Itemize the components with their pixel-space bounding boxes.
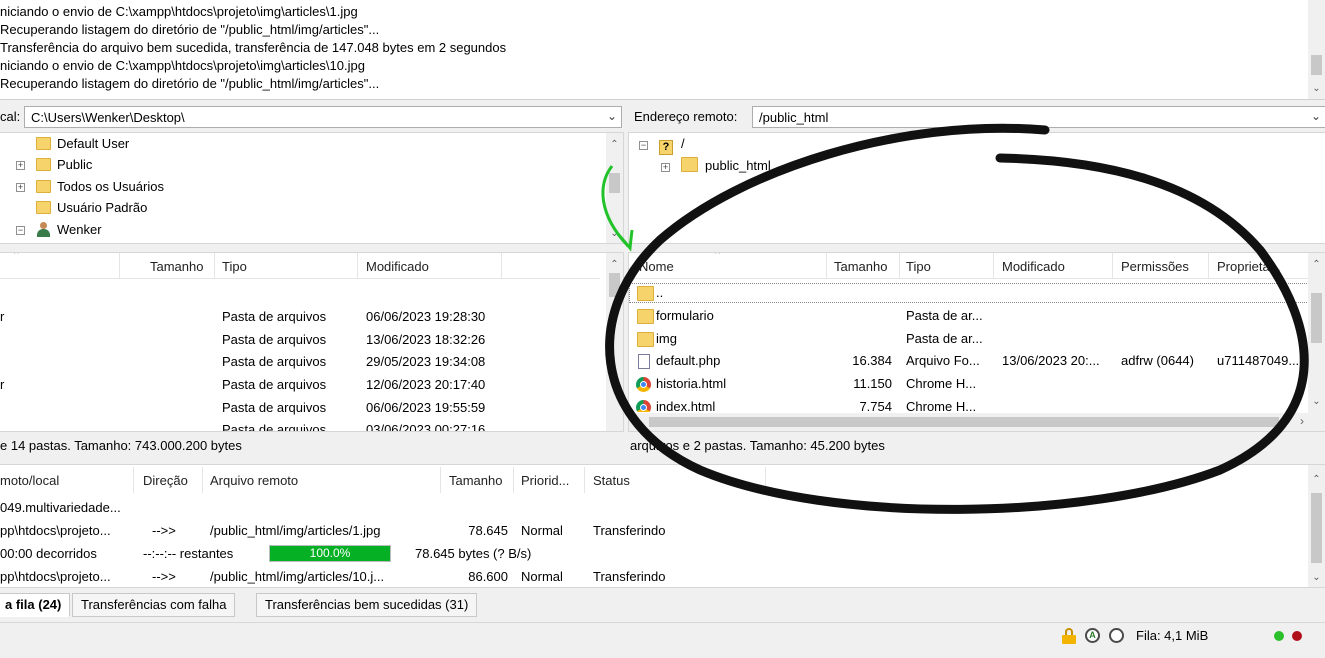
circle-highlight-icon bbox=[605, 123, 1309, 514]
green-arrow-icon bbox=[601, 165, 630, 248]
annotation-overlay bbox=[601, 123, 1309, 514]
